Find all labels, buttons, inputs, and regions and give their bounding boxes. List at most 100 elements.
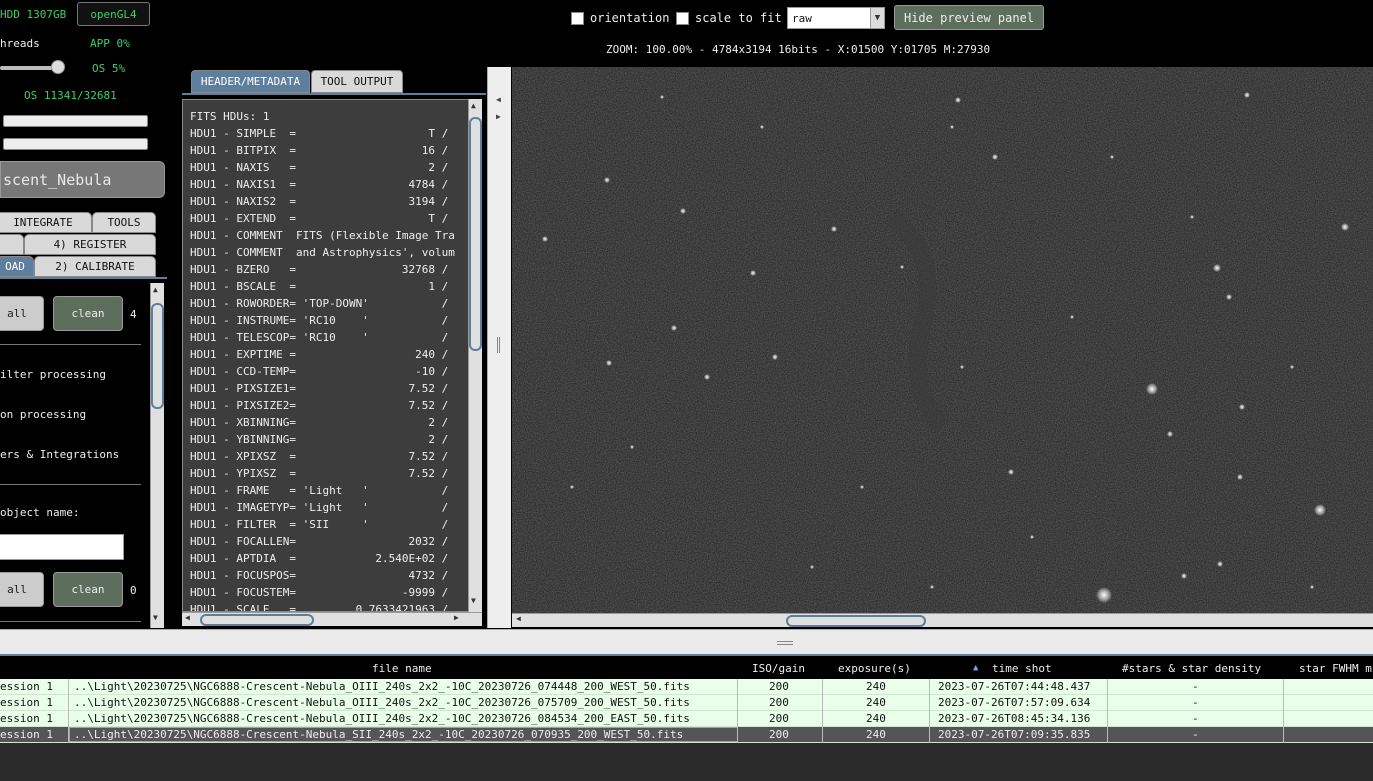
metadata-scrollbar[interactable]: ▲ ▼ — [468, 99, 482, 612]
scrollbar-thumb[interactable] — [200, 614, 314, 626]
os-usage: OS 5% — [92, 62, 126, 75]
column-divider — [68, 711, 69, 727]
threads-label: hreads — [0, 37, 40, 50]
threads-slider-handle[interactable] — [51, 60, 65, 74]
orientation-toggle[interactable]: orientation — [571, 6, 669, 30]
clean-button[interactable]: clean — [53, 296, 123, 331]
column-divider — [68, 679, 69, 695]
col-iso-gain[interactable]: ISO/gain — [752, 662, 805, 675]
scroll-left-icon[interactable]: ◀ — [185, 613, 190, 622]
scrollbar-thumb[interactable] — [786, 615, 926, 627]
preview-hscrollbar[interactable]: ◀ — [512, 613, 1373, 627]
star — [1167, 431, 1173, 437]
metadata-line: HDU1 - NAXIS1 = 4784 / — [190, 178, 449, 191]
scroll-right-icon[interactable]: ▶ — [454, 613, 459, 622]
star — [900, 265, 904, 269]
metadata-line: HDU1 - PIXSIZE1= 7.52 / — [190, 382, 449, 395]
collapse-left-icon[interactable]: ◀ — [496, 95, 501, 104]
metadata-hscrollbar[interactable]: ◀ ▶ — [182, 612, 482, 626]
star — [831, 226, 837, 232]
table-splitter[interactable] — [0, 629, 1373, 656]
star — [810, 565, 814, 569]
panel-splitter[interactable]: ◀ ▶ — [487, 67, 511, 628]
column-divider — [737, 711, 738, 727]
orientation-checkbox[interactable] — [571, 11, 584, 25]
metadata-line: HDU1 - FOCUSPOS= 4732 / — [190, 569, 449, 582]
tab-load[interactable]: OAD — [0, 256, 34, 277]
splitter-grip-icon[interactable] — [777, 641, 793, 645]
opengl-button[interactable]: openGL4 — [77, 2, 150, 26]
metadata-line: HDU1 - EXPTIME = 240 / — [190, 348, 449, 361]
cell-session: ession 1 — [0, 712, 53, 725]
clean-button-2[interactable]: clean — [53, 572, 123, 607]
star — [772, 354, 778, 360]
file-table: file name ISO/gain exposure(s) ▲ time sh… — [0, 659, 1373, 743]
column-divider — [822, 727, 823, 743]
column-divider — [1283, 695, 1284, 711]
col-file-name[interactable]: file name — [372, 662, 432, 675]
scroll-up-icon[interactable]: ▲ — [153, 285, 158, 294]
scale-to-fit-checkbox[interactable] — [676, 11, 689, 25]
file-count-2: 0 — [130, 584, 137, 597]
option-integrations[interactable]: ers & Integrations — [0, 448, 119, 461]
select-all-button[interactable]: all — [0, 296, 44, 331]
project-button[interactable]: scent_Nebula — [0, 161, 165, 198]
expand-right-icon[interactable]: ▶ — [496, 112, 501, 121]
stretch-mode-select[interactable]: raw ▼ — [787, 7, 885, 29]
table-row[interactable]: ession 1 ..\Light\20230725\NGC6888-Cresce… — [0, 679, 1373, 695]
cell-file-name: ..\Light\20230725\NGC6888-Crescent-Nebul… — [74, 696, 690, 709]
star — [1030, 535, 1034, 539]
splitter-grip-icon[interactable] — [497, 337, 500, 353]
object-name-input[interactable] — [0, 534, 124, 560]
metadata-line: HDU1 - YBINNING= 2 / — [190, 433, 449, 446]
tab-header-metadata[interactable]: HEADER/METADATA — [191, 70, 310, 93]
metadata-line: HDU1 - FOCALLEN= 2032 / — [190, 535, 449, 548]
col-exposure[interactable]: exposure(s) — [838, 662, 911, 675]
star — [950, 125, 954, 129]
metadata-view[interactable]: FITS HDUs: 1 HDU1 - SIMPLE = T / HDU1 - BI… — [182, 99, 469, 612]
table-row[interactable]: ession 1 ..\Light\20230725\NGC6888-Cresce… — [0, 695, 1373, 711]
chevron-down-icon[interactable]: ▼ — [870, 8, 884, 28]
column-divider — [737, 695, 738, 711]
cell-iso: 200 — [769, 728, 789, 741]
star — [1314, 504, 1326, 516]
hide-preview-button[interactable]: Hide preview panel — [894, 5, 1044, 30]
image-preview[interactable] — [512, 67, 1373, 613]
scale-to-fit-toggle[interactable]: scale to fit — [676, 6, 782, 30]
star — [930, 585, 934, 589]
column-divider — [737, 679, 738, 695]
scroll-down-icon[interactable]: ▼ — [153, 613, 158, 622]
scroll-down-icon[interactable]: ▼ — [471, 596, 476, 605]
divider — [0, 344, 141, 345]
col-time-shot[interactable]: time shot — [992, 662, 1052, 675]
metadata-line: HDU1 - XBINNING= 2 / — [190, 416, 449, 429]
cell-iso: 200 — [769, 680, 789, 693]
metadata-line: HDU1 - FILTER = 'SII ' / — [190, 518, 449, 531]
scroll-left-icon[interactable]: ◀ — [516, 614, 521, 623]
scrollbar-thumb[interactable] — [469, 117, 482, 351]
table-row[interactable]: ession 1 ..\Light\20230725\NGC6888-Cresce… — [0, 711, 1373, 727]
col-fwhm[interactable]: star FWHM m — [1299, 662, 1372, 675]
tab-integrate[interactable]: INTEGRATE — [0, 212, 92, 233]
tab-tools[interactable]: TOOLS — [92, 212, 156, 233]
select-all-button-2[interactable]: all — [0, 572, 44, 607]
cell-time-shot: 2023-07-26T07:44:48.437 — [938, 680, 1091, 693]
left-panel-scrollbar[interactable]: ▲ ▼ — [150, 283, 164, 628]
tab-tool-output[interactable]: TOOL OUTPUT — [311, 70, 403, 93]
star — [660, 95, 664, 99]
option-filter-processing[interactable]: ilter processing — [0, 368, 106, 381]
col-stars[interactable]: #stars & star density — [1122, 662, 1261, 675]
cell-exposure: 240 — [866, 728, 886, 741]
zoom-info: ZOOM: 100.00% - 4784x3194 16bits - X:015… — [606, 43, 991, 56]
scroll-up-icon[interactable]: ▲ — [471, 101, 476, 110]
tab-partial[interactable] — [0, 234, 24, 255]
option-on-processing[interactable]: on processing — [0, 408, 86, 421]
table-row[interactable]: ession 1 ..\Light\20230725\NGC6888-Cresce… — [0, 727, 1373, 743]
tab-calibrate[interactable]: 2) CALIBRATE — [34, 256, 156, 277]
sort-ascending-icon[interactable]: ▲ — [973, 663, 978, 673]
tab-register[interactable]: 4) REGISTER — [24, 234, 156, 255]
star — [570, 485, 574, 489]
column-divider — [1107, 695, 1108, 711]
scrollbar-thumb[interactable] — [151, 303, 164, 409]
metadata-line: HDU1 - INSTRUME= 'RC10 ' / — [190, 314, 449, 327]
